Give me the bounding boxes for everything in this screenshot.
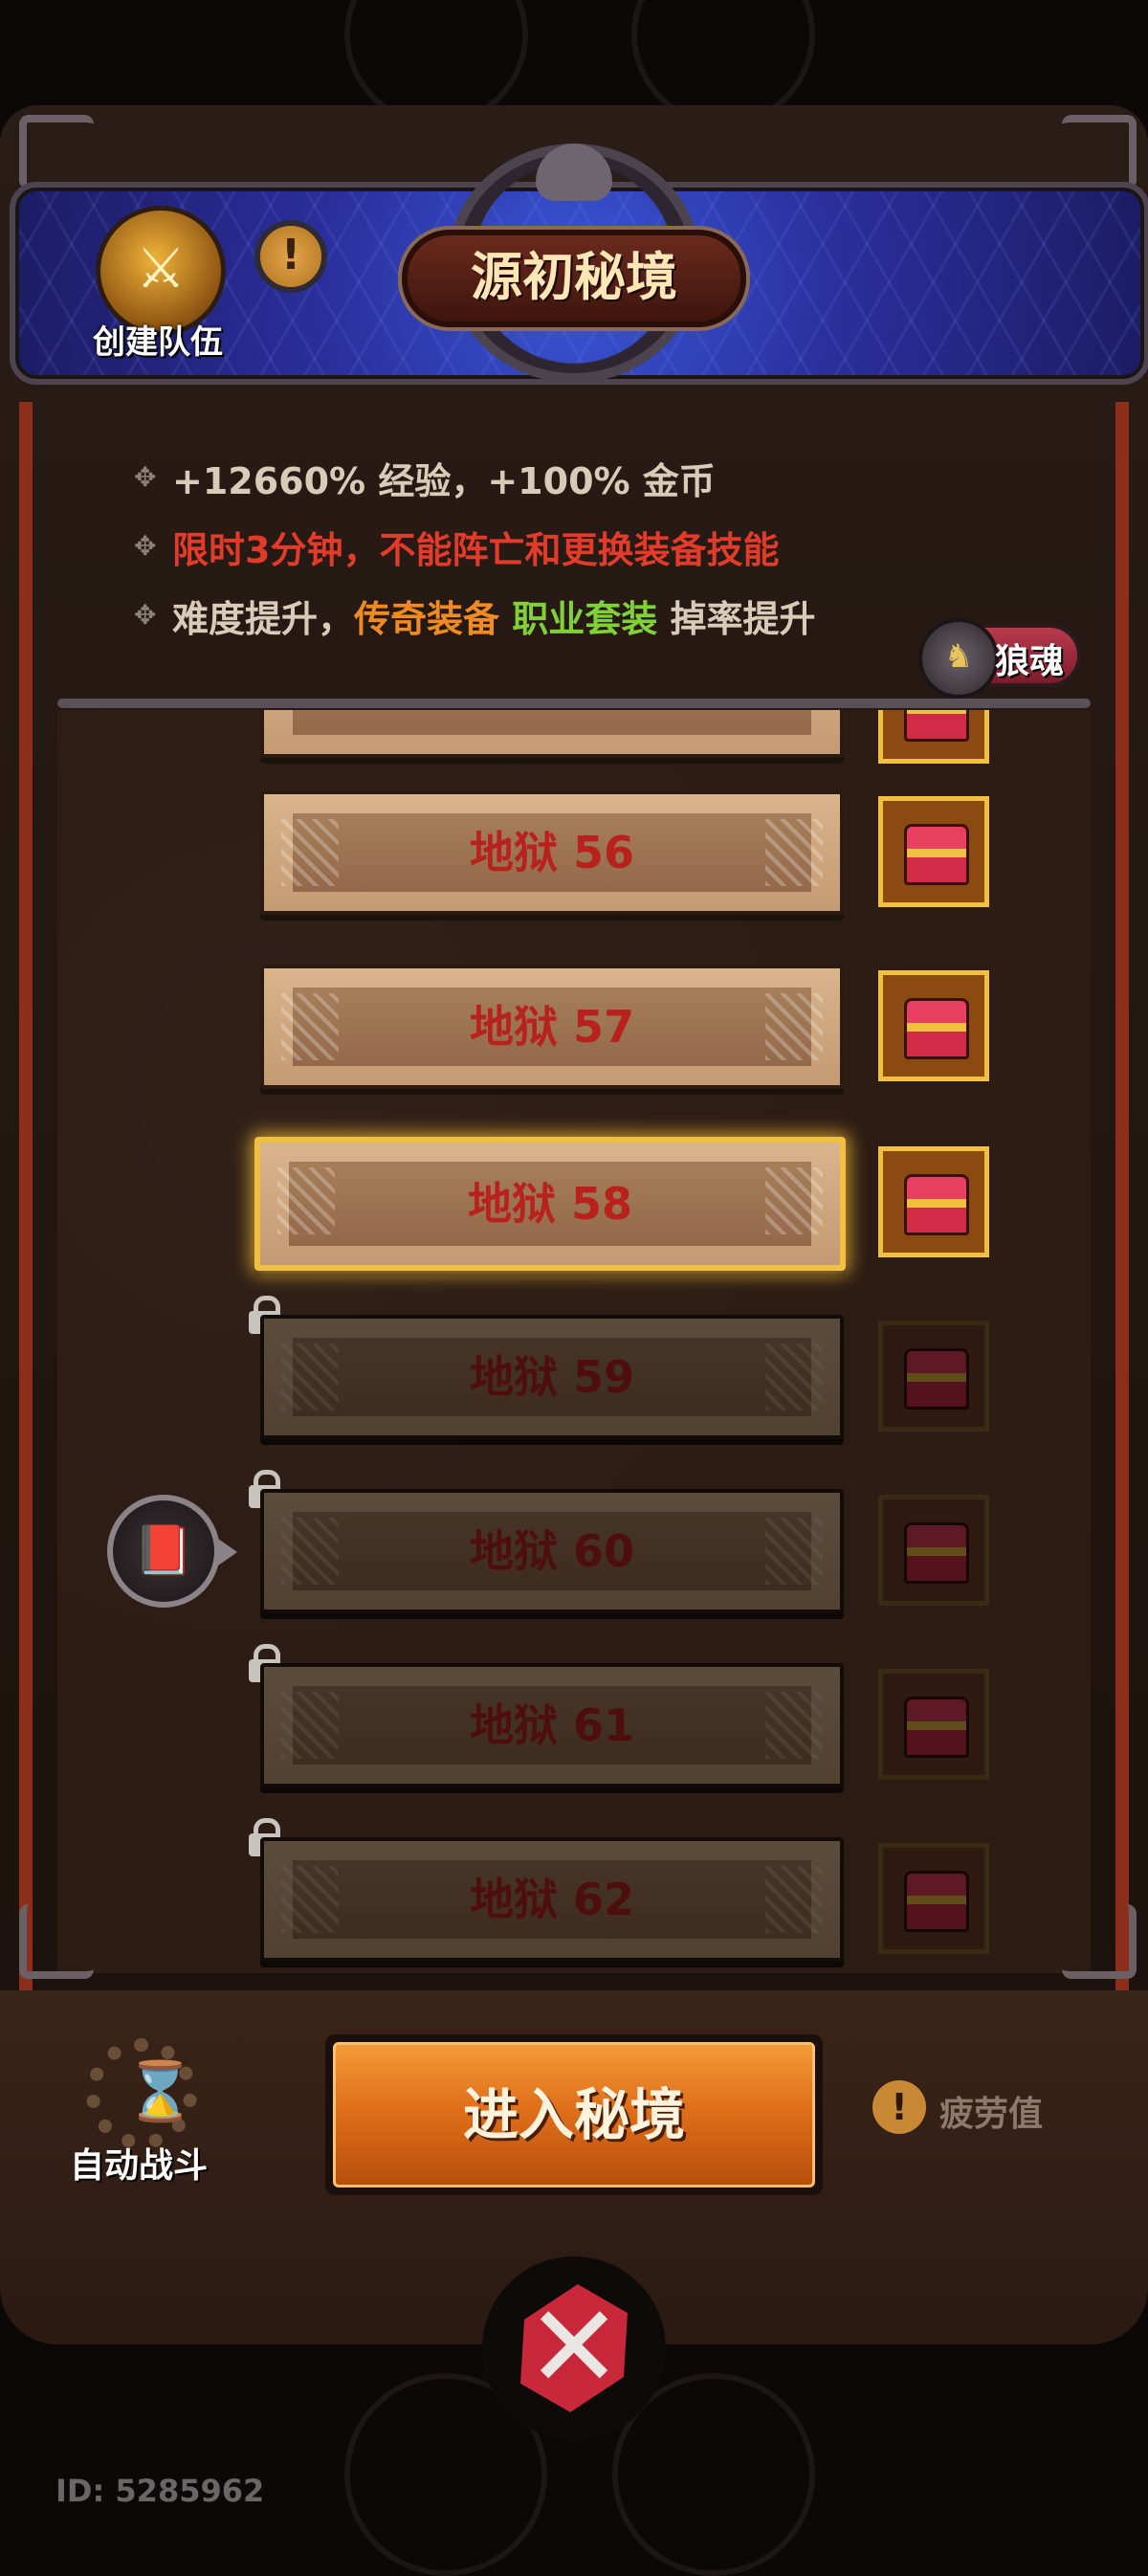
create-team-label: 创建队伍 <box>93 323 223 362</box>
class-set-text: 职业套装 <box>512 598 658 640</box>
level-label: 地狱 60 <box>469 1525 635 1577</box>
corner-ornament <box>1062 115 1137 189</box>
level-label: 地狱 58 <box>467 1178 633 1230</box>
corner-ornament <box>19 115 94 189</box>
reward-chest-icon[interactable] <box>878 1146 989 1257</box>
bullet-icon: ✥ <box>134 461 157 493</box>
wolf-soul-button[interactable]: ♞ 狼魂 <box>918 618 1081 699</box>
reward-chest-icon[interactable] <box>878 1495 989 1606</box>
reward-chest-icon[interactable] <box>878 1843 989 1954</box>
reward-chest-icon[interactable] <box>878 1321 989 1432</box>
info-icon[interactable]: ! <box>254 220 327 293</box>
level-row[interactable]: 地狱 56 <box>260 790 844 915</box>
drop-rate-text: 难度提升，传奇装备 职业套装 掉率提升 <box>172 589 816 642</box>
rule-text: 限时3分钟，不能阵亡和更换装备技能 <box>172 529 780 571</box>
drop-rate-prefix: 难度提升， <box>172 598 355 640</box>
close-icon: ✕ <box>525 2281 623 2414</box>
drop-rate-suffix: 掉率提升 <box>670 598 816 640</box>
level-row-selected[interactable]: 地狱 58 <box>254 1137 846 1271</box>
level-row[interactable]: 地狱 57 <box>260 965 844 1089</box>
fatigue-label: 疲劳值 <box>939 2095 1044 2134</box>
level-label: 地狱 62 <box>469 1874 635 1925</box>
auto-battle-label: 自动战斗 <box>69 2146 208 2186</box>
level-list[interactable]: 地狱 56 地狱 57 地狱 58 地狱 59 地狱 60 地狱 61 地狱 6… <box>57 710 1091 1973</box>
bullet-icon: ✥ <box>134 599 157 631</box>
level-row-locked[interactable]: 地狱 59 <box>260 1315 844 1439</box>
reward-chest-icon[interactable] <box>878 796 989 907</box>
bonus-text: +12660% 经验，+100% 金币 <box>172 460 716 502</box>
level-label: 地狱 56 <box>469 827 635 878</box>
fatigue-button[interactable]: ! 疲劳值 <box>872 2080 1102 2138</box>
level-row-locked[interactable]: 地狱 60 <box>260 1489 844 1613</box>
enter-realm-button[interactable]: 进入秘境 <box>325 2034 823 2195</box>
reward-chest-icon[interactable] <box>878 970 989 1081</box>
level-row-locked[interactable]: 地狱 62 <box>260 1837 844 1962</box>
pointer-arrow-icon <box>218 1539 237 1566</box>
enter-realm-label: 进入秘境 <box>333 2042 815 2187</box>
corner-ornament <box>1062 1904 1137 1979</box>
hourglass-icon: ⌛ <box>124 2058 196 2125</box>
create-team-button[interactable]: ⚔ 创建队伍 <box>81 201 234 362</box>
level-row-partial[interactable] <box>260 710 844 758</box>
level-row-locked[interactable]: 地狱 61 <box>260 1663 844 1788</box>
reward-chest-icon[interactable] <box>878 710 989 764</box>
bullet-icon: ✥ <box>134 530 157 562</box>
book-icon[interactable]: 📕 <box>107 1495 220 1608</box>
corner-ornament <box>19 1904 94 1979</box>
auto-battle-button[interactable]: ⌛ 自动战斗 <box>57 2038 220 2191</box>
player-id: ID: 5285962 <box>55 2473 265 2509</box>
level-label: 地狱 57 <box>469 1001 635 1053</box>
divider <box>57 699 1091 708</box>
legendary-gear-text: 传奇装备 <box>354 598 500 640</box>
wolf-icon: ♞ <box>918 618 999 699</box>
page-title: 源初秘境 <box>402 230 746 327</box>
wolf-soul-label: 狼魂 <box>995 642 1065 681</box>
level-label: 地狱 59 <box>469 1351 635 1403</box>
close-button[interactable]: ✕ <box>482 2256 666 2440</box>
level-label: 地狱 61 <box>469 1699 635 1751</box>
fatigue-info-icon: ! <box>872 2080 926 2134</box>
reward-chest-icon[interactable] <box>878 1669 989 1780</box>
